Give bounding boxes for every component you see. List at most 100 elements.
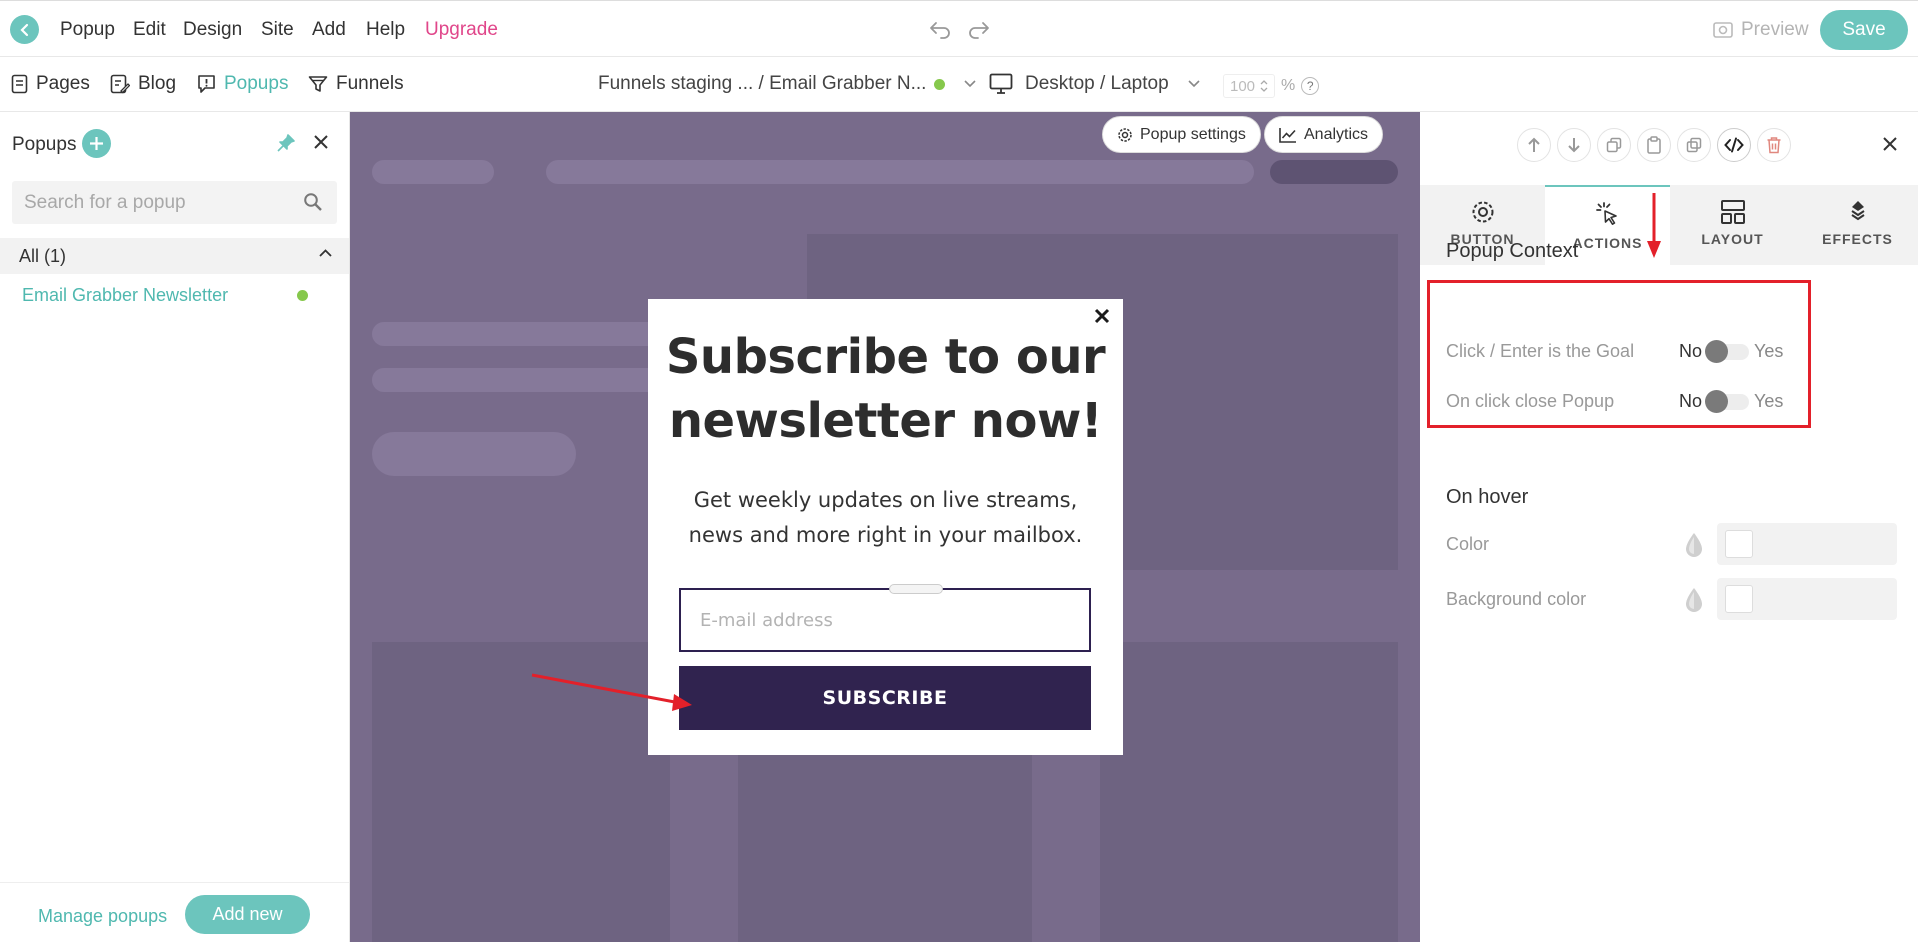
email-field-wrapper [679,584,1091,652]
move-up-button[interactable] [1517,128,1551,162]
delete-button[interactable] [1757,128,1791,162]
popups-sidebar: Popups All (1) Email Grabber Newsletter … [0,112,350,942]
placeholder-bar [546,160,1254,184]
toggle-yes-label: Yes [1754,341,1784,361]
chevron-down-icon [1188,80,1200,88]
menu-design[interactable]: Design [183,19,242,41]
hover-bg-color-picker[interactable] [1717,578,1897,620]
sidebar-title: Popups [12,134,77,155]
funnel-icon [308,76,328,92]
nav-funnels[interactable]: Funnels [308,73,404,95]
duplicate-button[interactable] [1677,128,1711,162]
popup-list-item[interactable]: Email Grabber Newsletter [22,285,228,306]
menu-upgrade[interactable]: Upgrade [425,19,498,41]
add-new-button[interactable]: Add new [185,895,310,934]
pin-icon[interactable] [276,133,296,153]
paste-button[interactable] [1637,128,1671,162]
chevron-up-icon [319,249,332,257]
popup-close-icon[interactable] [1093,307,1111,325]
zoom-control: 100 % ? [1223,74,1320,98]
email-field[interactable] [681,590,1089,650]
copy-button[interactable] [1597,128,1631,162]
placeholder-bar [372,160,494,184]
zoom-value: 100 [1230,77,1256,95]
close-icon[interactable] [313,134,329,150]
hover-color-label: Color [1446,534,1490,554]
popup-context-title: Popup Context [1446,240,1579,262]
menu-edit[interactable]: Edit [133,19,166,41]
redo-icon[interactable] [967,18,991,40]
nav-blog[interactable]: Blog [110,73,176,95]
toggle-switch[interactable] [1705,339,1750,363]
nav-popups[interactable]: Popups [197,73,288,95]
code-button[interactable] [1717,128,1751,162]
popup-heading-line: newsletter now! [668,393,1103,449]
menu-help[interactable]: Help [366,19,405,41]
color-drop-icon[interactable] [1684,586,1704,614]
tab-label: ACTIONS [1572,235,1643,251]
device-selector[interactable]: Desktop / Laptop [989,73,1201,95]
close-icon[interactable] [1882,136,1898,152]
toggle-no-label: No [1679,341,1703,361]
add-popup-button[interactable] [82,129,111,158]
menu-add[interactable]: Add [312,19,346,41]
toggle-yes-label: Yes [1754,391,1784,411]
plus-icon [90,137,103,150]
code-icon [1724,137,1744,153]
subscribe-button[interactable]: SUBSCRIBE [679,666,1091,730]
color-swatch[interactable] [1725,585,1753,613]
close-popup-toggle[interactable]: No Yes [1679,389,1784,413]
popup-settings-button[interactable]: Popup settings [1102,116,1261,153]
toggle-knob [1705,389,1729,413]
sidebar-footer: Manage popups Add new [0,882,349,942]
newsletter-popup[interactable]: Subscribe to our newsletter now! Get wee… [648,299,1123,755]
popup-subtext[interactable]: Get weekly updates on live streams, news… [668,483,1103,553]
trash-icon [1767,137,1781,154]
top-menu-bar: Popup Edit Design Site Add Help Upgrade … [0,0,1918,57]
hover-bg-color-label: Background color [1446,589,1587,609]
goal-toggle[interactable]: No Yes [1679,339,1784,363]
close-toggle-label: On click close Popup [1446,391,1615,411]
placeholder-bar [372,432,576,476]
copy-icon [1606,137,1622,153]
search-input[interactable] [12,181,282,224]
gear-icon [1118,127,1132,142]
placeholder-gap [1032,752,1100,942]
menu-popup[interactable]: Popup [60,19,115,41]
breadcrumb-label: Funnels staging ... / Email Grabber N... [598,73,927,94]
popup-heading[interactable]: Subscribe to our newsletter now! [648,325,1123,453]
placeholder-gap [670,752,738,942]
manage-popups-link[interactable]: Manage popups [38,906,167,927]
zoom-unit: % [1281,77,1296,94]
hover-color-picker[interactable] [1717,523,1897,565]
chevron-down-icon [964,80,976,88]
color-drop-icon[interactable] [1684,531,1704,559]
move-down-button[interactable] [1557,128,1591,162]
goal-toggle-label: Click / Enter is the Goal [1446,341,1635,361]
toggle-no-label: No [1679,391,1703,411]
secondary-nav-bar: Pages Blog Popups Funnels Funnels stagin… [0,57,1918,112]
preview-label: Preview [1741,19,1809,40]
breadcrumb[interactable]: Funnels staging ... / Email Grabber N... [598,73,977,95]
help-button[interactable]: ? [1301,77,1320,95]
cursor-click-icon [1595,202,1617,225]
preview-button[interactable]: Preview [1713,19,1809,41]
search-icon[interactable] [303,192,323,212]
resize-handle[interactable] [889,584,943,594]
nav-pages-label: Pages [36,73,90,94]
zoom-input[interactable]: 100 [1223,74,1275,98]
duplicate-icon [1686,137,1702,153]
save-button[interactable]: Save [1820,10,1908,50]
analytics-button[interactable]: Analytics [1264,116,1384,153]
layers-icon [1850,201,1865,221]
tab-effects[interactable]: EFFECTS [1795,185,1918,265]
tab-layout[interactable]: LAYOUT [1670,185,1795,265]
back-button[interactable] [10,15,39,44]
toggle-switch[interactable] [1705,389,1750,413]
stepper-icon [1260,80,1268,92]
nav-pages[interactable]: Pages [11,73,90,95]
undo-icon[interactable] [928,18,952,40]
menu-site[interactable]: Site [261,19,294,41]
color-swatch[interactable] [1725,530,1753,558]
popup-group-header[interactable]: All (1) [0,238,349,274]
